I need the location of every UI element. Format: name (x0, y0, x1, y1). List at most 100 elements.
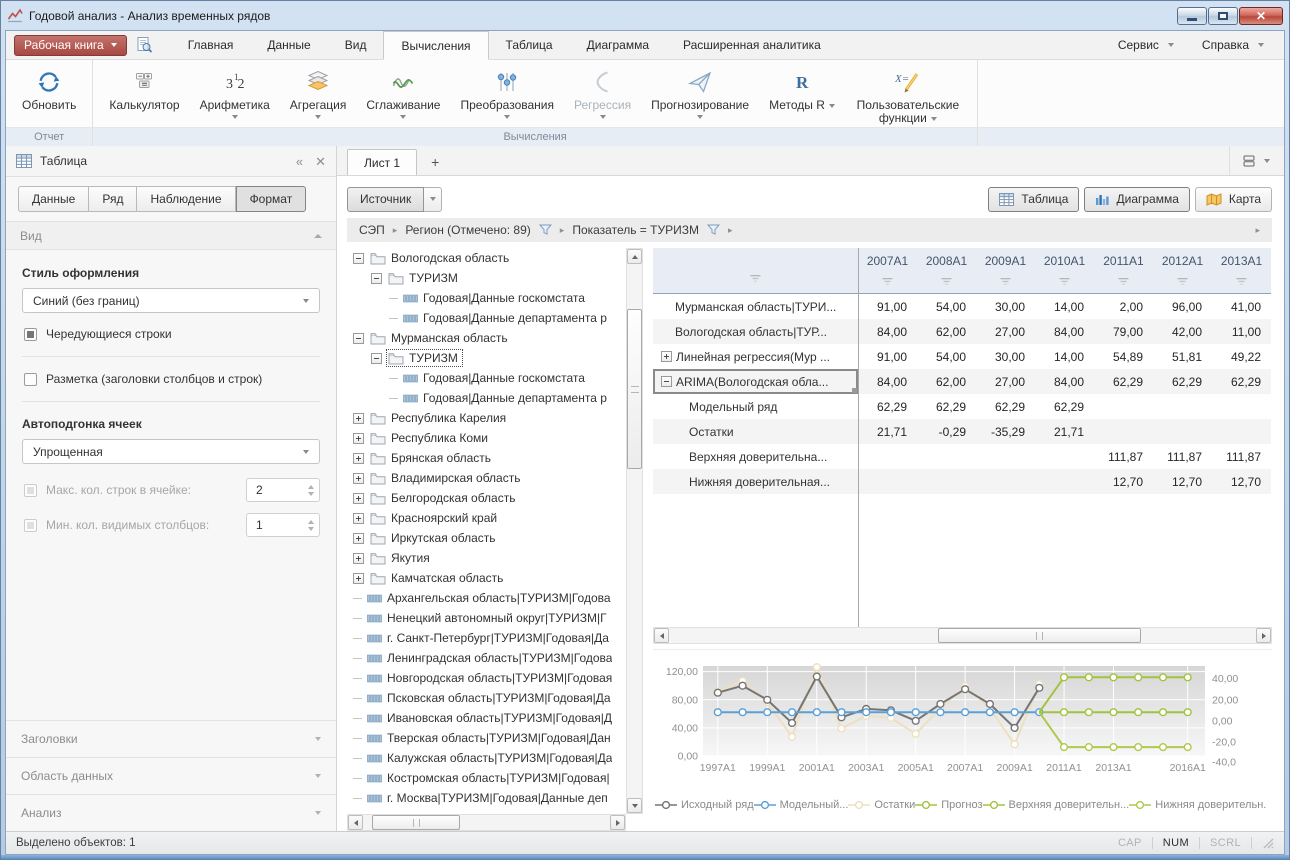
table-cell[interactable]: 91,00 (858, 344, 917, 369)
max-lines-checkbox[interactable] (24, 484, 37, 497)
tree-item[interactable]: Республика Карелия (347, 408, 625, 428)
table-cell[interactable]: 21,71 (1035, 419, 1094, 444)
filter-icon[interactable] (1118, 273, 1129, 291)
panel-tab[interactable]: Наблюдение (137, 186, 235, 212)
expand-icon[interactable] (353, 473, 364, 484)
filter-icon[interactable] (1000, 273, 1011, 291)
expand-icon[interactable] (661, 351, 672, 362)
table-column-header[interactable]: 2008A1 (917, 248, 976, 294)
expand-icon[interactable] (353, 533, 364, 544)
table-column-header[interactable]: 2012A1 (1153, 248, 1212, 294)
close-panel-button[interactable]: ✕ (315, 155, 326, 168)
time-series-chart[interactable]: 0,0040,0080,00120,0040,0020,000,00-20,0-… (653, 658, 1274, 790)
scroll-right-button[interactable] (1256, 628, 1271, 643)
table-column-header[interactable]: 2013A1 (1212, 248, 1271, 294)
expand-icon[interactable] (353, 493, 364, 504)
tree-item[interactable]: Новгородская область|ТУРИЗМ|Годовая (347, 668, 625, 688)
expand-icon[interactable] (353, 553, 364, 564)
maximize-button[interactable] (1208, 7, 1238, 25)
table-cell[interactable]: 62,29 (917, 394, 976, 419)
table-cell[interactable]: 62,29 (1212, 369, 1271, 394)
scroll-left-button[interactable] (348, 815, 363, 830)
legend-item[interactable]: Остатки (848, 799, 915, 811)
table-cell[interactable]: 30,00 (976, 294, 1035, 319)
table-column-header[interactable]: 2011A1 (1094, 248, 1153, 294)
collapse-icon[interactable] (353, 333, 364, 344)
table-cell[interactable]: 12,70 (1094, 469, 1153, 494)
table-cell[interactable]: 30,00 (976, 344, 1035, 369)
table-cell[interactable] (858, 444, 917, 469)
ribbon-refresh-button[interactable]: Обновить (12, 63, 86, 127)
tree-item[interactable]: Владимирская область (347, 468, 625, 488)
menu-tab[interactable]: Расширенная аналитика (666, 31, 838, 59)
source-button[interactable]: Источник (347, 187, 442, 212)
table-cell[interactable] (1035, 469, 1094, 494)
table-cell[interactable]: 62,29 (858, 394, 917, 419)
table-row-label[interactable]: Нижняя доверительная... (653, 469, 858, 494)
legend-item[interactable]: Исходный ряд (655, 799, 754, 811)
tree-item[interactable]: Калужская область|ТУРИЗМ|Годовая|Да (347, 748, 625, 768)
collapse-panel-button[interactable]: « (296, 155, 303, 168)
autofit-select[interactable]: Упрощенная (22, 439, 320, 464)
menu-tab[interactable]: Таблица (489, 31, 570, 59)
collapse-icon[interactable] (371, 353, 382, 364)
tree-item[interactable]: Брянская область (347, 448, 625, 468)
tree-item[interactable]: Якутия (347, 548, 625, 568)
table-cell[interactable]: 41,00 (1212, 294, 1271, 319)
expand-icon[interactable] (353, 453, 364, 464)
table-cell[interactable]: 42,00 (1153, 319, 1212, 344)
tree-item[interactable]: Годовая|Данные госкомстата (347, 288, 625, 308)
tree-item[interactable]: Республика Коми (347, 428, 625, 448)
map-view-button[interactable]: Карта (1195, 187, 1272, 212)
collapse-icon[interactable] (371, 273, 382, 284)
table-row-label[interactable]: Модельный ряд (653, 394, 858, 419)
menu-tab[interactable]: Главная (171, 31, 251, 59)
table-row-label[interactable]: ARIMA(Вологодская обла... (653, 369, 858, 394)
table-cell[interactable]: 54,89 (1094, 344, 1153, 369)
tree-vertical-scrollbar[interactable] (626, 248, 643, 814)
table-cell[interactable]: 27,00 (976, 319, 1035, 344)
table-cell[interactable]: 62,29 (1153, 369, 1212, 394)
filter-icon[interactable] (1177, 273, 1188, 291)
table-cell[interactable]: 62,29 (976, 394, 1035, 419)
menu-tab[interactable]: Диаграмма (570, 31, 666, 59)
tree-item[interactable]: Архангельская область|ТУРИЗМ|Годова (347, 588, 625, 608)
table-cell[interactable] (976, 469, 1035, 494)
breadcrumb-item[interactable]: Показатель = ТУРИЗМ (572, 223, 699, 237)
tree-item[interactable]: Ивановская область|ТУРИЗМ|Годовая|Д (347, 708, 625, 728)
tree-item[interactable]: Годовая|Данные госкомстата (347, 368, 625, 388)
table-cell[interactable]: 49,22 (1212, 344, 1271, 369)
tree-item[interactable]: ТУРИЗМ (347, 268, 625, 288)
table-cell[interactable]: 84,00 (1035, 369, 1094, 394)
table-cell[interactable]: 27,00 (976, 369, 1035, 394)
accordion-section[interactable]: Область данных (6, 757, 336, 794)
accordion-section[interactable]: Анализ (6, 794, 336, 831)
table-column-header[interactable]: 2009A1 (976, 248, 1035, 294)
scrollbar-thumb[interactable] (627, 309, 642, 469)
tree-item[interactable]: г. Санкт-Петербург|ТУРИЗМ|Годовая|Да (347, 628, 625, 648)
table-cell[interactable] (1035, 444, 1094, 469)
table-cell[interactable]: 111,87 (1212, 444, 1271, 469)
min-cols-stepper[interactable]: 1 (246, 513, 320, 537)
tree-horizontal-scrollbar[interactable] (347, 814, 626, 831)
table-row-label[interactable]: Линейная регрессия(Мур ... (653, 344, 858, 369)
table-cell[interactable]: 62,00 (917, 369, 976, 394)
tree-item[interactable]: г. Москва|ТУРИЗМ|Годовая|Данные деп (347, 788, 625, 808)
table-cell[interactable]: 12,70 (1212, 469, 1271, 494)
table-cell[interactable]: 84,00 (858, 319, 917, 344)
tree-item[interactable]: Красноярский край (347, 508, 625, 528)
panel-tab[interactable]: Данные (18, 186, 89, 212)
table-cell[interactable]: -0,29 (917, 419, 976, 444)
sheet-tab[interactable]: Лист 1 (347, 149, 417, 175)
print-preview-button[interactable] (131, 34, 157, 56)
table-cell[interactable]: 91,00 (858, 294, 917, 319)
ribbon-calculator-button[interactable]: Калькулятор (99, 63, 189, 127)
table-cell[interactable] (1212, 394, 1271, 419)
scrollbar-thumb[interactable] (372, 815, 460, 830)
table-cell[interactable]: 62,00 (917, 319, 976, 344)
table-cell[interactable] (917, 469, 976, 494)
add-sheet-button[interactable]: + (417, 149, 453, 175)
table-cell[interactable] (1212, 419, 1271, 444)
table-column-header[interactable]: 2010A1 (1035, 248, 1094, 294)
table-cell[interactable]: 14,00 (1035, 344, 1094, 369)
